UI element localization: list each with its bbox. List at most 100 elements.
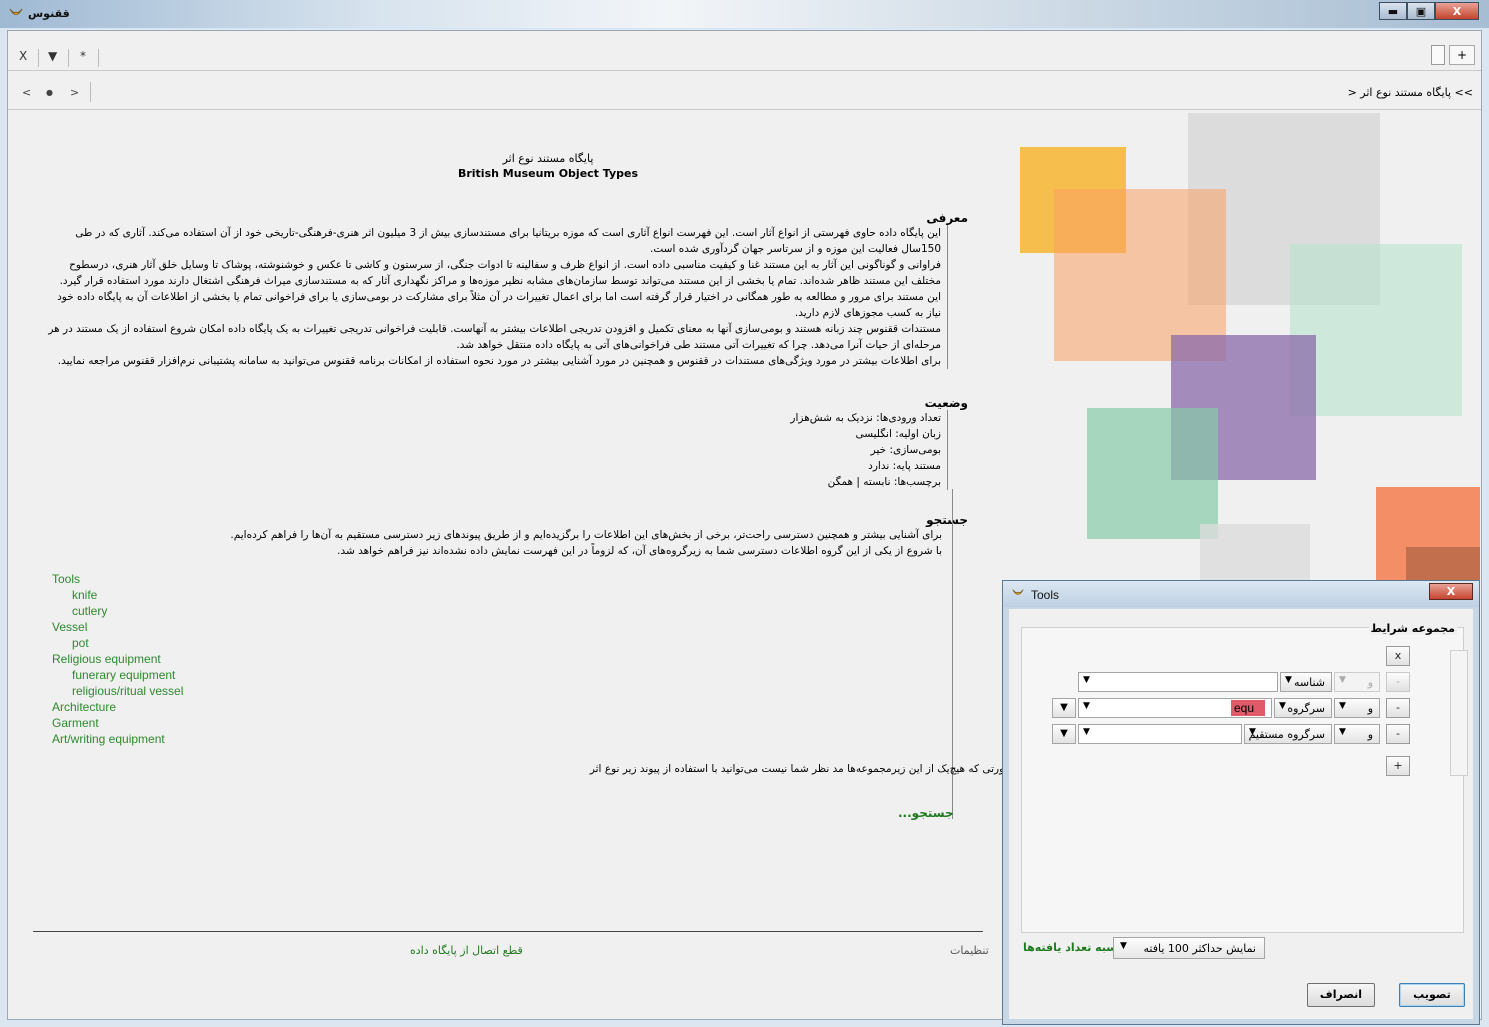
row1-connector-value: و [1367, 676, 1373, 689]
status-base: مستند پایه: ندارد [868, 460, 941, 472]
tree-item-architecture[interactable]: Architecture [52, 699, 183, 715]
decor-square [1200, 524, 1310, 584]
home-button[interactable]: ● [46, 88, 53, 97]
row1-field-select[interactable]: ▼ شناسه [1280, 672, 1332, 692]
max-results-value: نمایش حداکثر 100 یافته [1143, 942, 1257, 955]
document-title-en: British Museum Object Types [457, 167, 639, 180]
tree-item-knife[interactable]: knife [52, 587, 183, 603]
row1-value-input[interactable]: ▼ [1078, 672, 1278, 692]
tree-item-religious-vessel[interactable]: religious/ritual vessel [52, 683, 183, 699]
app-logo-icon [9, 8, 23, 15]
row2-options-button[interactable]: ▼ [1052, 698, 1076, 718]
tree-node: Religious equipment funerary equipment r… [52, 651, 183, 699]
tab-menu-button[interactable]: ▼ [48, 49, 57, 63]
dialog-body: مجموعه شرایط x ▼ و ▼ شناسه ▼ - ▼ و ▼ سرگ… [1009, 609, 1473, 1019]
intro-body: این پایگاه داده حاوی فهرستی از انواع آثا… [48, 225, 948, 369]
dialog-logo-icon [1012, 589, 1024, 595]
max-results-select[interactable]: ▼ نمایش حداکثر 100 یافته [1113, 937, 1265, 959]
chevron-down-icon: ▼ [1083, 727, 1090, 737]
row3-connector-select[interactable]: ▼ و [1334, 724, 1380, 744]
ok-button[interactable]: تصویب [1399, 983, 1465, 1007]
tab-separator [68, 49, 69, 67]
tree-item-pot[interactable]: pot [52, 635, 183, 651]
row2-connector-value: و [1367, 702, 1373, 715]
tree-item-funerary-equipment[interactable]: funerary equipment [52, 667, 183, 683]
condition-group-label: مجموعه شرایط [1368, 622, 1457, 635]
status-heading: وضعیت [924, 396, 968, 410]
add-tab-button[interactable]: + [1449, 45, 1475, 65]
chevron-down-icon: ▼ [1279, 701, 1286, 711]
condition-scrollbar[interactable] [1450, 650, 1468, 776]
status-tags: برچسب‌ها: نابسته | همگن [827, 476, 941, 488]
category-tree: Tools knife cutlery Vessel pot Religious… [52, 571, 183, 747]
dialog-title-bar: Tools X [1003, 581, 1479, 607]
remove-group-button[interactable]: x [1386, 646, 1410, 666]
row2-value-input[interactable]: ▼ equ [1078, 698, 1272, 718]
tree-item-religious-equipment[interactable]: Religious equipment [52, 651, 183, 667]
chevron-down-icon: ▼ [1339, 675, 1346, 685]
row1-connector-select[interactable]: ▼ و [1334, 672, 1380, 692]
chevron-down-icon: ▼ [1083, 675, 1090, 685]
minimize-button[interactable]: ▬ [1379, 2, 1407, 20]
close-button[interactable]: X [1435, 2, 1479, 20]
tab-scroll-handle[interactable] [1431, 45, 1445, 65]
breadcrumb[interactable]: >> پایگاه مستند نوع اثر < [1348, 86, 1473, 99]
row3-value-input[interactable]: ▼ [1078, 724, 1242, 744]
nav-separator [90, 82, 91, 102]
row1-field-value: شناسه [1293, 676, 1325, 689]
chevron-down-icon: ▼ [1339, 727, 1346, 737]
search-paragraph: با شروع از یکی از این گروه اطلاعات دسترس… [337, 545, 942, 557]
tab-separator [38, 49, 39, 67]
tab-close-button[interactable]: X [19, 49, 27, 63]
status-section: وضعیت تعداد ورودی‌ها: نزدیک به شش‌هزار ز… [48, 396, 968, 490]
status-language: زبان اولیه: انگلیسی [855, 428, 941, 440]
chevron-down-icon: ▼ [1339, 701, 1346, 711]
app-title: ققنوس [28, 7, 70, 20]
cancel-button[interactable]: انصراف [1307, 983, 1375, 1007]
search-link[interactable]: جستجو... [898, 806, 954, 820]
tree-item-cutlery[interactable]: cutlery [52, 603, 183, 619]
tree-item-vessel[interactable]: Vessel [52, 619, 183, 635]
row2-field-select[interactable]: ▼ سرگروه [1274, 698, 1332, 718]
footer-divider [33, 931, 983, 932]
row1-remove-button[interactable]: - [1386, 672, 1410, 692]
tree-item-art-writing-equipment[interactable]: Art/writing equipment [52, 731, 183, 747]
back-button[interactable]: < [22, 86, 31, 99]
row3-field-select[interactable]: ▼ سرگروه مستقیم [1244, 724, 1332, 744]
row3-field-value: سرگروه مستقیم [1248, 728, 1325, 741]
status-body: تعداد ورودی‌ها: نزدیک به شش‌هزار زبان او… [48, 410, 948, 490]
maximize-button[interactable]: ▣ [1407, 2, 1435, 20]
title-bar: ققنوس ▬ ▣ X [0, 0, 1489, 28]
dialog-title: Tools [1031, 588, 1060, 602]
forward-button[interactable]: > [70, 86, 79, 99]
search-paragraph: برای آشنایی بیشتر و همچنین دسترسی راحت‌ت… [230, 529, 942, 541]
settings-link[interactable]: تنظیمات [950, 944, 989, 957]
status-entries: تعداد ورودی‌ها: نزدیک به شش‌هزار [790, 412, 941, 424]
add-row-button[interactable]: + [1386, 756, 1410, 776]
chevron-down-icon: ▼ [1083, 701, 1090, 711]
chevron-down-icon: ▼ [1285, 675, 1292, 685]
tree-item-garment[interactable]: Garment [52, 715, 183, 731]
intro-paragraph: فراوانی و گوناگونی این آثار به این مستند… [59, 259, 941, 287]
tree-node: Vessel pot [52, 619, 183, 651]
document-title-fa: پایگاه مستند نوع اثر [502, 152, 594, 165]
tree-item-tools[interactable]: Tools [52, 571, 183, 587]
intro-paragraph: این پایگاه داده حاوی فهرستی از انواع آثا… [75, 227, 941, 255]
row3-options-button[interactable]: ▼ [1052, 724, 1076, 744]
search-heading: جستجو [926, 513, 968, 527]
intro-paragraph: این مستند برای مرور و مطالعه به طور همگا… [57, 291, 941, 319]
row3-remove-button[interactable]: - [1386, 724, 1410, 744]
row2-field-value: سرگروه [1287, 702, 1325, 715]
tools-dialog: Tools X مجموعه شرایط x ▼ و ▼ شناسه ▼ - ▼ [1002, 580, 1480, 1025]
row2-connector-select[interactable]: ▼ و [1334, 698, 1380, 718]
intro-heading: معرفی [926, 211, 968, 225]
decor-square [1087, 408, 1218, 539]
dialog-close-button[interactable]: X [1429, 583, 1473, 600]
row2-value-text: equ [1231, 700, 1265, 716]
tab-strip: X ▼ * + [8, 31, 1481, 71]
tree-node: Tools knife cutlery [52, 571, 183, 619]
intro-section: معرفی این پایگاه داده حاوی فهرستی از انو… [48, 211, 968, 369]
tab-new-star-button[interactable]: * [80, 49, 86, 63]
row2-remove-button[interactable]: - [1386, 698, 1410, 718]
disconnect-link[interactable]: قطع اتصال از پایگاه داده [410, 944, 523, 957]
